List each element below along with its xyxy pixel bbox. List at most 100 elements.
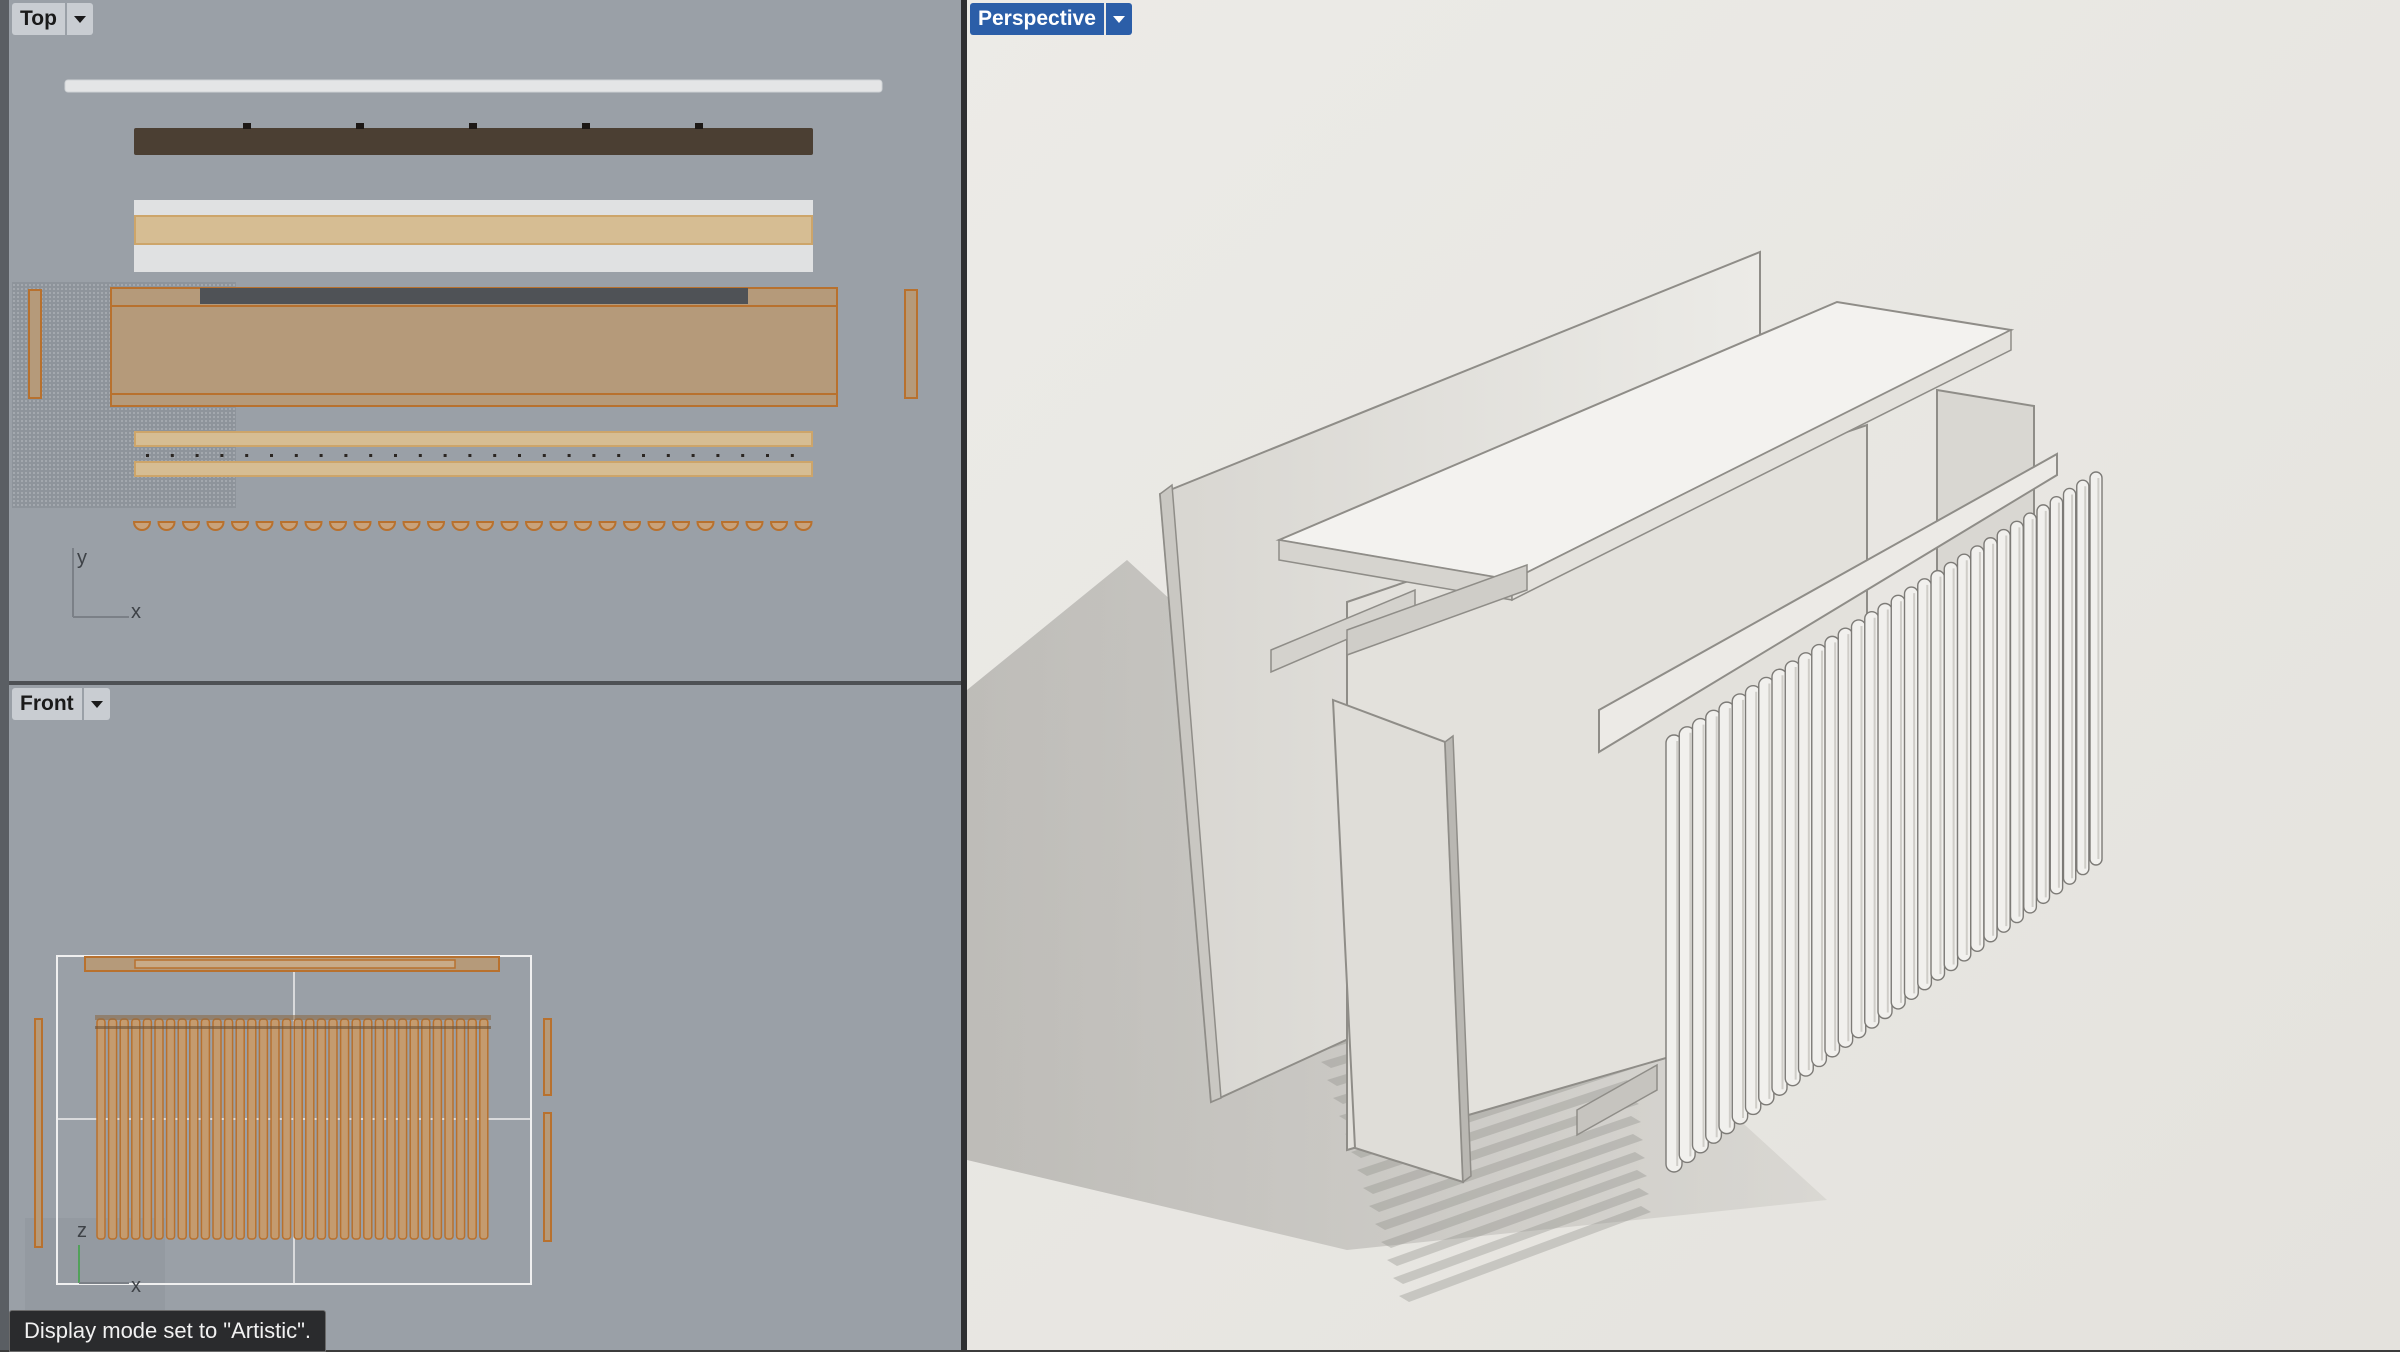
front-viewport[interactable]: z x Front xyxy=(9,685,961,1350)
plan-slat[interactable] xyxy=(157,521,176,531)
front-slat[interactable] xyxy=(374,1018,385,1240)
slat[interactable] xyxy=(1970,545,1985,953)
front-slat[interactable] xyxy=(305,1018,315,1240)
front-slat[interactable] xyxy=(258,1018,269,1240)
plan-slat[interactable] xyxy=(696,521,715,531)
plan-rail-1[interactable] xyxy=(134,431,813,447)
plan-dark-board[interactable] xyxy=(134,128,813,155)
slat[interactable] xyxy=(2049,495,2064,895)
plan-slat[interactable] xyxy=(132,521,152,531)
slat[interactable] xyxy=(2089,471,2103,866)
front-slat[interactable] xyxy=(235,1018,245,1240)
perspective-viewport-title[interactable]: Perspective xyxy=(970,3,1132,35)
front-slat[interactable] xyxy=(200,1018,211,1240)
plan-slat[interactable] xyxy=(426,521,446,531)
viewport-name[interactable]: Front xyxy=(12,688,82,720)
front-slat[interactable] xyxy=(177,1018,187,1240)
front-right-post-upper[interactable] xyxy=(543,1018,552,1096)
slat[interactable] xyxy=(1996,528,2011,933)
front-slat[interactable] xyxy=(165,1018,176,1240)
slat[interactable] xyxy=(1943,561,1959,972)
plan-slats[interactable] xyxy=(132,521,813,531)
front-slat[interactable] xyxy=(455,1018,466,1240)
plan-slat[interactable] xyxy=(549,521,568,531)
plan-slat[interactable] xyxy=(524,521,544,531)
slat[interactable] xyxy=(1903,586,1919,1001)
front-slat[interactable] xyxy=(223,1018,234,1240)
plan-top-board[interactable] xyxy=(64,79,883,93)
plan-slat[interactable] xyxy=(279,521,299,531)
front-slat[interactable] xyxy=(131,1018,141,1240)
plan-slat[interactable] xyxy=(794,521,813,531)
front-slat[interactable] xyxy=(107,1018,118,1240)
front-slat[interactable] xyxy=(189,1018,199,1240)
plan-right-post[interactable] xyxy=(904,289,918,399)
front-slat[interactable] xyxy=(432,1018,443,1240)
front-slat[interactable] xyxy=(363,1018,373,1240)
plan-slat[interactable] xyxy=(206,521,225,531)
plan-slat[interactable] xyxy=(500,521,519,531)
plan-slat[interactable] xyxy=(475,521,495,531)
front-slats[interactable] xyxy=(96,1018,489,1240)
perspective-viewport[interactable]: Perspective xyxy=(967,0,2400,1350)
plan-slat[interactable] xyxy=(328,521,348,531)
slat[interactable] xyxy=(1850,619,1867,1039)
dropdown-arrow-icon[interactable] xyxy=(1105,3,1132,35)
front-slat[interactable] xyxy=(351,1018,361,1240)
slat[interactable] xyxy=(2023,512,2038,914)
slat[interactable] xyxy=(1864,611,1880,1029)
slat[interactable] xyxy=(1983,537,1998,943)
front-slat[interactable] xyxy=(409,1018,419,1240)
slat[interactable] xyxy=(1824,635,1841,1058)
plan-slat[interactable] xyxy=(598,521,617,531)
front-slat[interactable] xyxy=(397,1018,408,1240)
plan-rail-2[interactable] xyxy=(134,461,813,477)
front-slat[interactable] xyxy=(270,1018,280,1240)
front-slat[interactable] xyxy=(467,1018,477,1240)
slat[interactable] xyxy=(2009,520,2024,924)
dropdown-arrow-icon[interactable] xyxy=(66,3,93,35)
plan-shelf-wood[interactable] xyxy=(134,215,813,245)
plan-left-post[interactable] xyxy=(28,289,42,399)
front-slat[interactable] xyxy=(328,1018,338,1240)
front-slat[interactable] xyxy=(142,1018,153,1240)
plan-slat[interactable] xyxy=(647,521,666,531)
front-slat[interactable] xyxy=(339,1018,350,1240)
plan-slat[interactable] xyxy=(745,521,764,531)
front-slat[interactable] xyxy=(444,1018,454,1240)
front-slat[interactable] xyxy=(119,1018,129,1240)
slat[interactable] xyxy=(1811,643,1828,1068)
slat[interactable] xyxy=(1890,594,1906,1010)
front-slat[interactable] xyxy=(154,1018,164,1240)
slat[interactable] xyxy=(1877,602,1893,1020)
plan-slat[interactable] xyxy=(622,521,642,531)
slat[interactable] xyxy=(2076,479,2090,876)
front-viewport-title[interactable]: Front xyxy=(12,688,110,720)
front-left-post[interactable] xyxy=(34,1018,43,1248)
dropdown-arrow-icon[interactable] xyxy=(83,688,110,720)
slat[interactable] xyxy=(1837,627,1854,1048)
slat[interactable] xyxy=(2036,504,2051,905)
plan-slat[interactable] xyxy=(181,521,201,531)
plan-slat[interactable] xyxy=(377,521,397,531)
front-slat[interactable] xyxy=(293,1018,303,1240)
plan-slat[interactable] xyxy=(230,521,250,531)
plan-slat[interactable] xyxy=(402,521,421,531)
slat[interactable] xyxy=(1930,569,1946,981)
front-slat[interactable] xyxy=(247,1018,257,1240)
plan-slat[interactable] xyxy=(304,521,323,531)
front-slat[interactable] xyxy=(96,1018,106,1240)
top-viewport-title[interactable]: Top xyxy=(12,3,93,35)
slat[interactable] xyxy=(1797,652,1814,1077)
slat[interactable] xyxy=(1956,553,1972,962)
viewport-name[interactable]: Perspective xyxy=(970,3,1104,35)
front-right-post-lower[interactable] xyxy=(543,1112,552,1242)
plan-slat[interactable] xyxy=(720,521,740,531)
front-slat[interactable] xyxy=(316,1018,327,1240)
slat[interactable] xyxy=(1917,578,1933,991)
plan-slat[interactable] xyxy=(769,521,789,531)
top-viewport[interactable]: y x Top xyxy=(9,0,961,681)
front-slat[interactable] xyxy=(212,1018,222,1240)
plan-slat[interactable] xyxy=(671,521,691,531)
plan-slat[interactable] xyxy=(255,521,274,531)
